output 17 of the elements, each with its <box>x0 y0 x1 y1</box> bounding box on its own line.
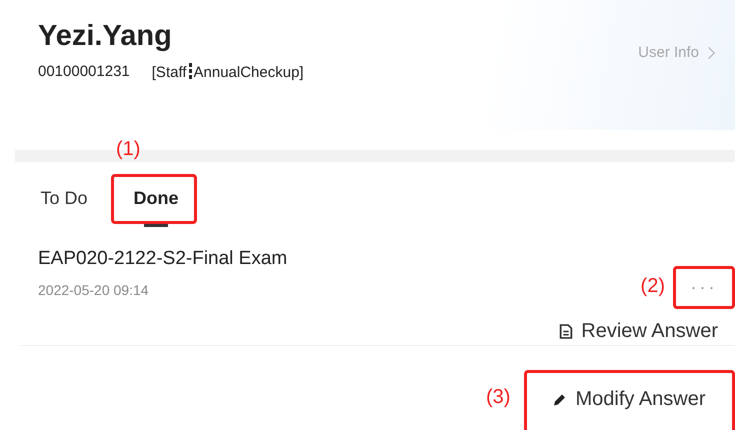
chevron-right-icon <box>707 46 715 60</box>
tab[interactable]: To Do <box>40 188 88 209</box>
annotation-label: (2) <box>640 275 665 298</box>
user-id: 00100001231 <box>38 63 130 81</box>
highlight-frame <box>673 266 735 309</box>
user-name: Yezi.Yang <box>38 20 173 53</box>
annotation-label: (1) <box>116 138 140 161</box>
action-button[interactable]: Modify Answer <box>553 388 706 412</box>
exam-title: EAP020-2122-S2-Final Exam <box>38 248 288 270</box>
exam-date: 2022-05-20 09:14 <box>38 282 150 298</box>
document-icon <box>559 324 574 339</box>
action-button[interactable]: Review Answer <box>559 320 718 345</box>
tab[interactable]: Done <box>134 188 178 209</box>
annotation-label: (3) <box>486 386 510 409</box>
tab-indicator <box>144 224 168 227</box>
user-tag: [Staff AnnualCheckup] <box>152 63 304 81</box>
pencil-icon <box>553 392 568 406</box>
